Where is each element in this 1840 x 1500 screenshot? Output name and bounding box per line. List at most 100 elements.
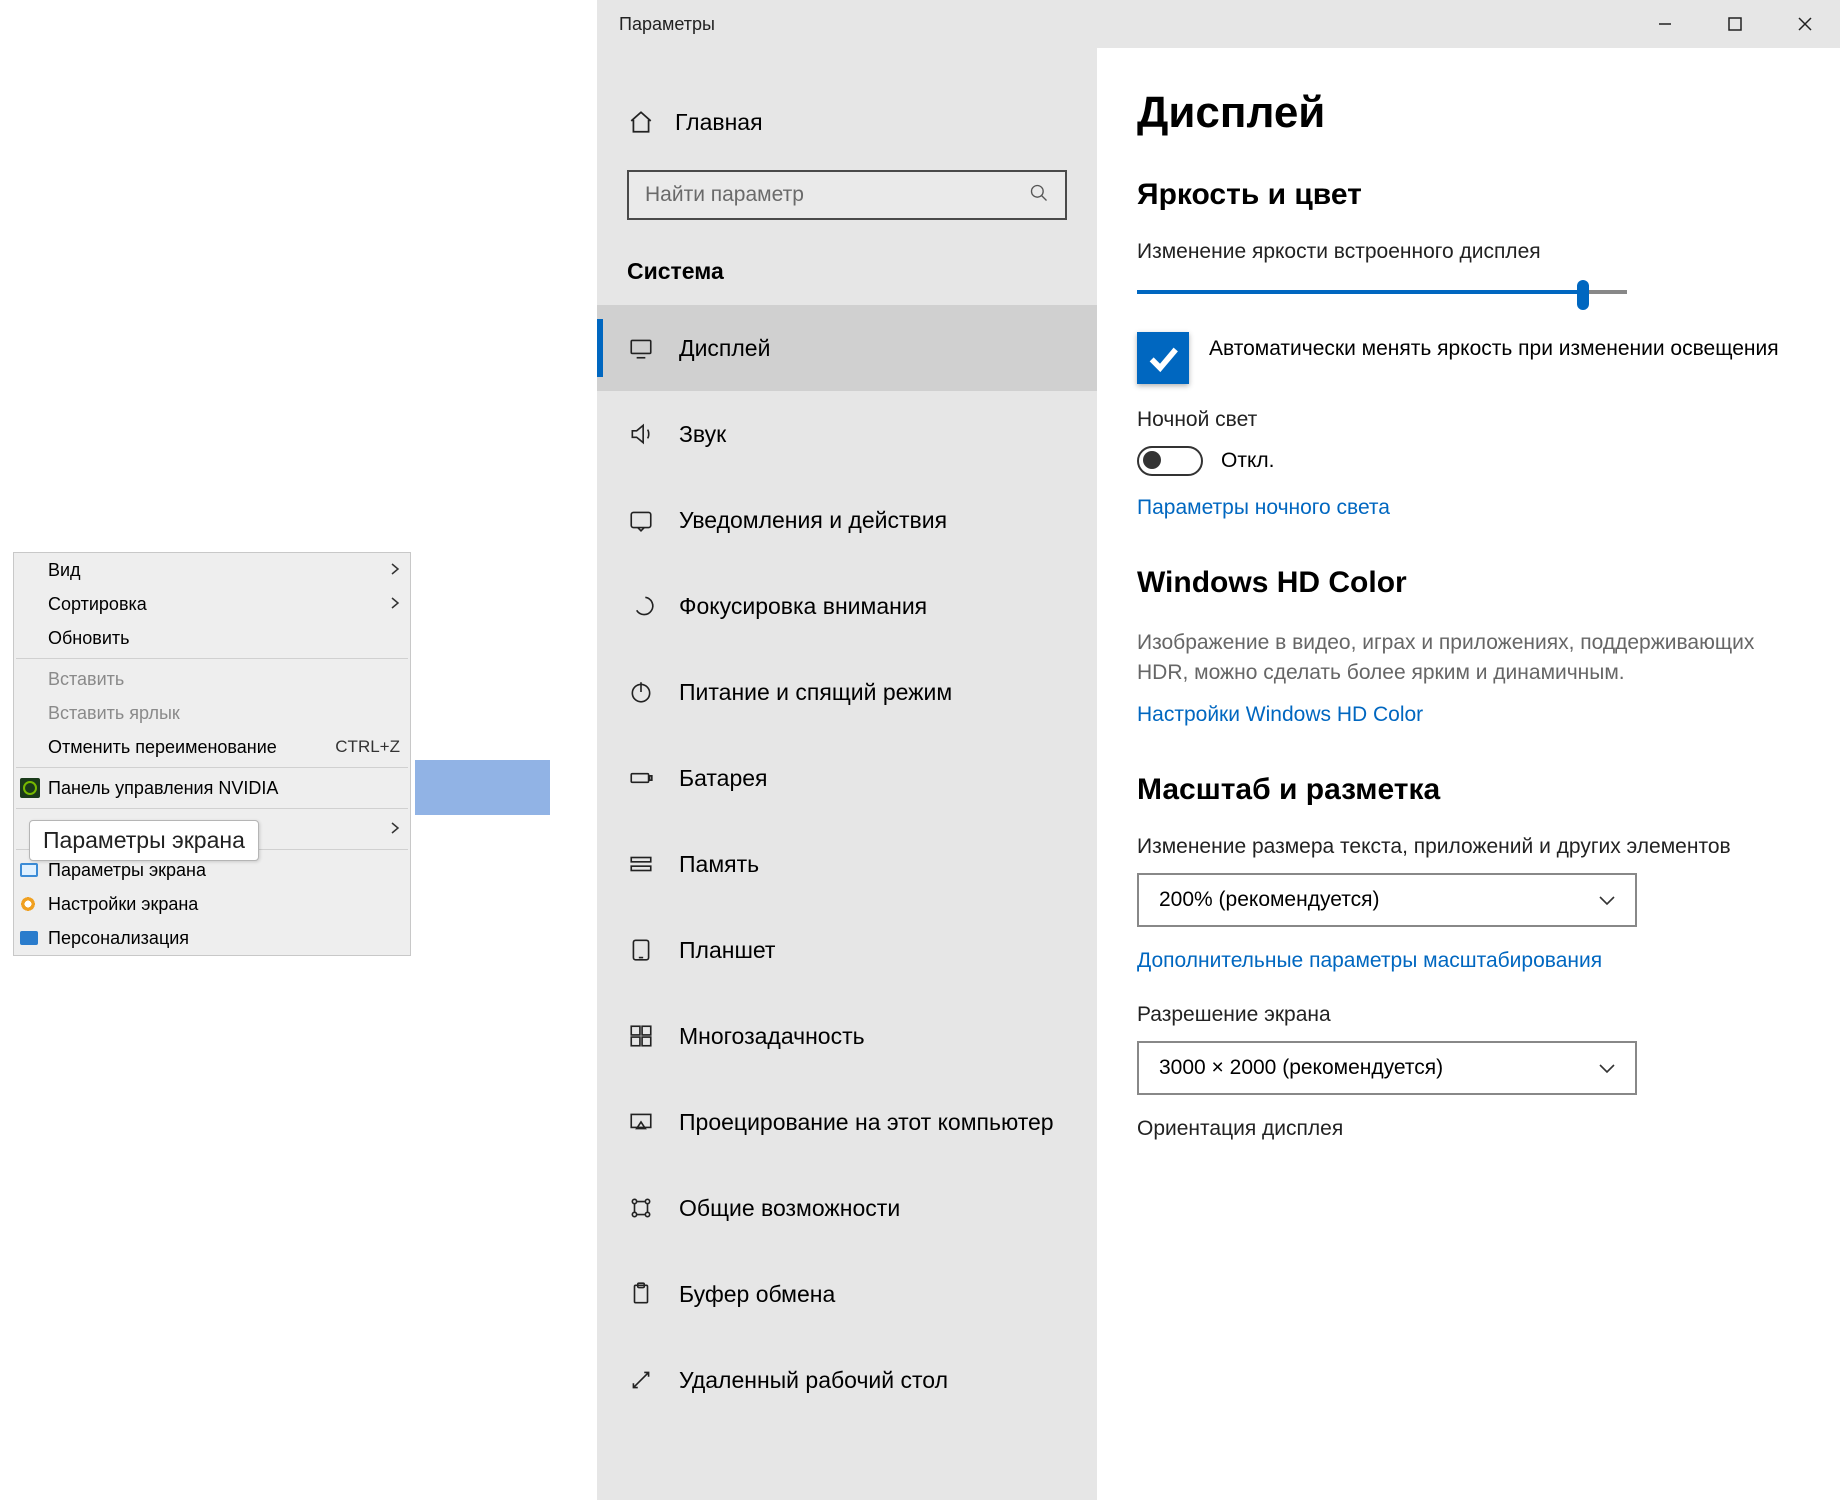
search-icon — [1029, 183, 1049, 208]
ctx-item-screen-settings[interactable]: Настройки экрана — [14, 887, 410, 921]
scale-dropdown[interactable]: 200% (рекомендуется) — [1137, 873, 1637, 927]
nav-item-storage[interactable]: Память — [597, 821, 1097, 907]
settings-search[interactable] — [627, 170, 1067, 220]
chevron-down-icon — [1599, 888, 1615, 912]
nav-item-battery[interactable]: Батарея — [597, 735, 1097, 821]
gear-icon — [20, 896, 36, 912]
clip-icon — [627, 1280, 655, 1308]
scale-advanced-link[interactable]: Дополнительные параметры масштабирования — [1137, 949, 1602, 973]
settings-sidebar: Главная Система ДисплейЗвукУведомления и… — [597, 48, 1097, 1500]
ctx-item-refresh[interactable]: Обновить — [14, 621, 410, 655]
tooltip: Параметры экрана — [29, 820, 259, 861]
ctx-label: Персонализация — [48, 928, 189, 949]
nav-item-clip[interactable]: Буфер обмена — [597, 1251, 1097, 1337]
tablet-icon — [627, 936, 655, 964]
home-label: Главная — [675, 109, 763, 136]
ctx-label: Вставить ярлык — [48, 703, 180, 724]
scale-value: 200% (рекомендуется) — [1159, 888, 1379, 912]
chevron-down-icon — [1599, 1056, 1615, 1080]
section-hd-color: Windows HD Color — [1137, 566, 1800, 600]
section-brightness: Яркость и цвет — [1137, 178, 1800, 212]
display-icon — [20, 863, 38, 877]
ctx-label: Вставить — [48, 669, 124, 690]
ctx-label: Вид — [48, 560, 81, 581]
auto-brightness-label: Автоматически менять яркость при изменен… — [1209, 332, 1779, 364]
ctx-label: Настройки экрана — [48, 894, 198, 915]
ctx-item-undo-rename[interactable]: Отменить переименование CTRL+Z — [14, 730, 410, 764]
nav-item-label: Общие возможности — [679, 1195, 900, 1222]
nav-item-label: Фокусировка внимания — [679, 593, 927, 620]
settings-window: Параметры Главная Система ДисплейЗвукУве… — [597, 0, 1840, 1500]
nav-item-shared[interactable]: Общие возможности — [597, 1165, 1097, 1251]
personalization-icon — [20, 931, 38, 945]
context-menu-separator — [16, 767, 408, 768]
resolution-dropdown[interactable]: 3000 × 2000 (рекомендуется) — [1137, 1041, 1637, 1095]
chevron-right-icon — [390, 560, 400, 581]
brightness-slider[interactable] — [1137, 278, 1627, 308]
nav-item-tablet[interactable]: Планшет — [597, 907, 1097, 993]
power-icon — [627, 678, 655, 706]
nav-item-sound[interactable]: Звук — [597, 391, 1097, 477]
nav-item-power[interactable]: Питание и спящий режим — [597, 649, 1097, 735]
night-light-toggle[interactable] — [1137, 446, 1203, 476]
settings-content: Дисплей Яркость и цвет Изменение яркости… — [1097, 48, 1840, 1500]
ctx-label: Отменить переименование — [48, 737, 277, 758]
resolution-label: Разрешение экрана — [1137, 1003, 1800, 1027]
window-title: Параметры — [597, 14, 715, 35]
night-light-label: Ночной свет — [1137, 408, 1800, 432]
section-scale: Масштаб и разметка — [1137, 773, 1800, 807]
titlebar: Параметры — [597, 0, 1840, 48]
search-input[interactable] — [645, 183, 1029, 207]
night-light-state: Откл. — [1221, 449, 1274, 473]
nav-item-label: Уведомления и действия — [679, 507, 947, 534]
nav-item-label: Батарея — [679, 765, 768, 792]
ctx-item-paste: Вставить — [14, 662, 410, 696]
focus-icon — [627, 592, 655, 620]
hd-color-link[interactable]: Настройки Windows HD Color — [1137, 703, 1423, 727]
nvidia-icon — [20, 778, 40, 798]
nav-item-notif[interactable]: Уведомления и действия — [597, 477, 1097, 563]
nav-item-display[interactable]: Дисплей — [597, 305, 1097, 391]
nav-item-remote[interactable]: Удаленный рабочий стол — [597, 1337, 1097, 1423]
auto-brightness-checkbox[interactable] — [1137, 332, 1189, 384]
night-light-settings-link[interactable]: Параметры ночного света — [1137, 496, 1390, 520]
multi-icon — [627, 1022, 655, 1050]
minimize-button[interactable] — [1630, 0, 1700, 48]
shared-icon — [627, 1194, 655, 1222]
ctx-label: Обновить — [48, 628, 130, 649]
nav-item-project[interactable]: Проецирование на этот компьютер — [597, 1079, 1097, 1165]
ctx-item-personalization[interactable]: Персонализация — [14, 921, 410, 955]
home-icon — [627, 108, 655, 136]
battery-icon — [627, 764, 655, 792]
resolution-value: 3000 × 2000 (рекомендуется) — [1159, 1056, 1443, 1080]
nav-item-label: Планшет — [679, 937, 775, 964]
nav-item-label: Питание и спящий режим — [679, 679, 952, 706]
context-menu-separator — [16, 808, 408, 809]
ctx-label: Параметры экрана — [48, 860, 206, 881]
sound-icon — [627, 420, 655, 448]
slider-fill — [1137, 290, 1583, 294]
ctx-label: Сортировка — [48, 594, 147, 615]
home-button[interactable]: Главная — [597, 98, 1097, 146]
maximize-button[interactable] — [1700, 0, 1770, 48]
nav-item-label: Проецирование на этот компьютер — [679, 1109, 1054, 1136]
ctx-item-view[interactable]: Вид — [14, 553, 410, 587]
nav-item-label: Звук — [679, 421, 726, 448]
chevron-right-icon — [390, 594, 400, 615]
page-title: Дисплей — [1137, 88, 1800, 138]
chevron-right-icon — [390, 819, 400, 840]
brightness-label: Изменение яркости встроенного дисплея — [1137, 240, 1800, 264]
nav-item-multi[interactable]: Многозадачность — [597, 993, 1097, 1079]
ctx-item-sort[interactable]: Сортировка — [14, 587, 410, 621]
nav-item-label: Многозадачность — [679, 1023, 865, 1050]
ctx-item-nvidia[interactable]: Панель управления NVIDIA — [14, 771, 410, 805]
desktop-context-menu: Вид Сортировка Обновить Вставить Вставит… — [13, 552, 411, 956]
context-menu-separator — [16, 658, 408, 659]
nav-item-label: Память — [679, 851, 759, 878]
nav-item-focus[interactable]: Фокусировка внимания — [597, 563, 1097, 649]
close-button[interactable] — [1770, 0, 1840, 48]
notif-icon — [627, 506, 655, 534]
desktop-selection-rect — [415, 760, 550, 815]
slider-thumb[interactable] — [1577, 280, 1589, 310]
nav-item-label: Дисплей — [679, 335, 770, 362]
